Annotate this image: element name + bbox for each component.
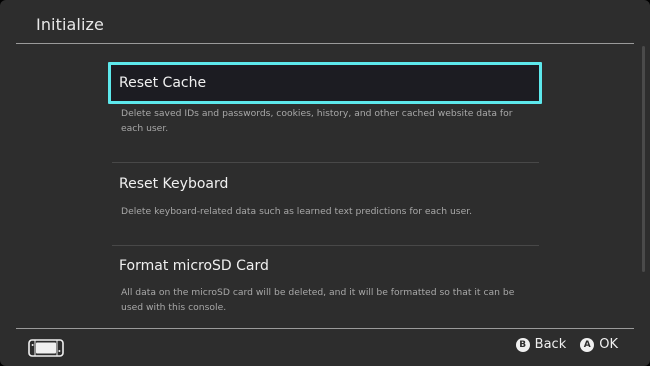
b-button-icon: B — [515, 337, 530, 352]
console-icon — [28, 339, 64, 357]
reset-keyboard-label: Reset Keyboard — [119, 176, 229, 192]
format-microsd-label: Format microSD Card — [119, 258, 269, 274]
settings-list: Reset Cache Delete saved IDs and passwor… — [108, 62, 542, 313]
format-microsd-description: All data on the microSD card will be del… — [121, 287, 515, 313]
initialize-screen: Initialize Reset Cache Delete saved IDs … — [0, 0, 650, 366]
reset-keyboard-option[interactable]: Reset Keyboard Delete keyboard-related d… — [108, 164, 542, 246]
ok-label: OK — [599, 337, 618, 352]
back-label: Back — [534, 337, 567, 352]
reset-cache-label: Reset Cache — [119, 75, 207, 91]
ok-button[interactable]: A OK — [580, 337, 618, 352]
reset-cache-option[interactable]: Reset Cache Delete saved IDs and passwor… — [108, 62, 542, 164]
format-microsd-option[interactable]: Format microSD Card All data on the micr… — [108, 246, 542, 326]
reset-cache-description: Delete saved IDs and passwords, cookies,… — [121, 108, 513, 134]
a-button-icon: A — [580, 337, 595, 352]
header-divider — [16, 43, 634, 44]
scrollbar[interactable] — [642, 46, 645, 272]
page-title: Initialize — [36, 15, 104, 34]
reset-keyboard-description: Delete keyboard-related data such as lea… — [121, 206, 473, 217]
footer-divider — [16, 328, 634, 329]
footer-actions: B Back A OK — [515, 337, 618, 352]
back-button[interactable]: B Back — [515, 337, 567, 352]
list-divider — [112, 162, 539, 163]
